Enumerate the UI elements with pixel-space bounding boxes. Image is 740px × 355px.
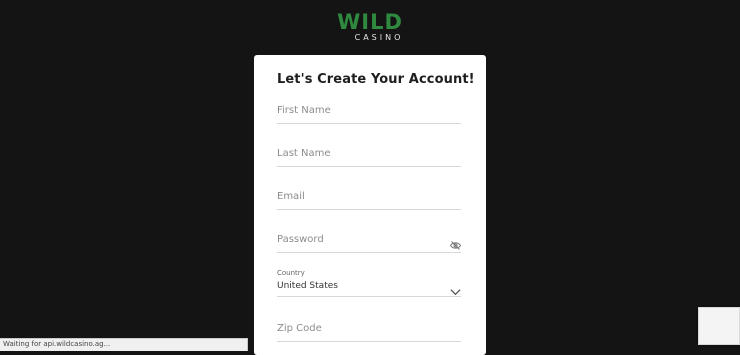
wild-casino-logo[interactable]: WILD CASINO [0,11,740,43]
first-name-placeholder: First Name [277,105,331,116]
recaptcha-badge[interactable] [698,307,740,345]
zip-code-placeholder: Zip Code [277,323,322,334]
zip-code-field[interactable]: Zip Code [277,321,461,342]
first-name-field[interactable]: First Name [277,103,461,124]
logo-wordmark: WILD [337,10,403,34]
last-name-field[interactable]: Last Name [277,146,461,167]
password-placeholder: Password [277,234,324,245]
country-value: United States [277,281,338,291]
logo-subtitle: CASINO [354,33,404,42]
chevron-down-icon[interactable] [450,281,461,300]
last-name-placeholder: Last Name [277,148,331,159]
page-title: Let's Create Your Account! [277,72,475,87]
email-field[interactable]: Email [277,189,461,210]
browser-status-bar: Waiting for api.wildcasino.ag... [0,338,248,351]
country-select[interactable]: United States [277,280,461,297]
status-text: Waiting for api.wildcasino.ag... [3,340,111,348]
country-label: Country [277,269,305,277]
eye-slash-icon[interactable] [449,235,462,254]
password-field[interactable]: Password [277,232,462,254]
email-placeholder: Email [277,191,305,202]
signup-card: Let's Create Your Account! First Name La… [254,55,486,355]
